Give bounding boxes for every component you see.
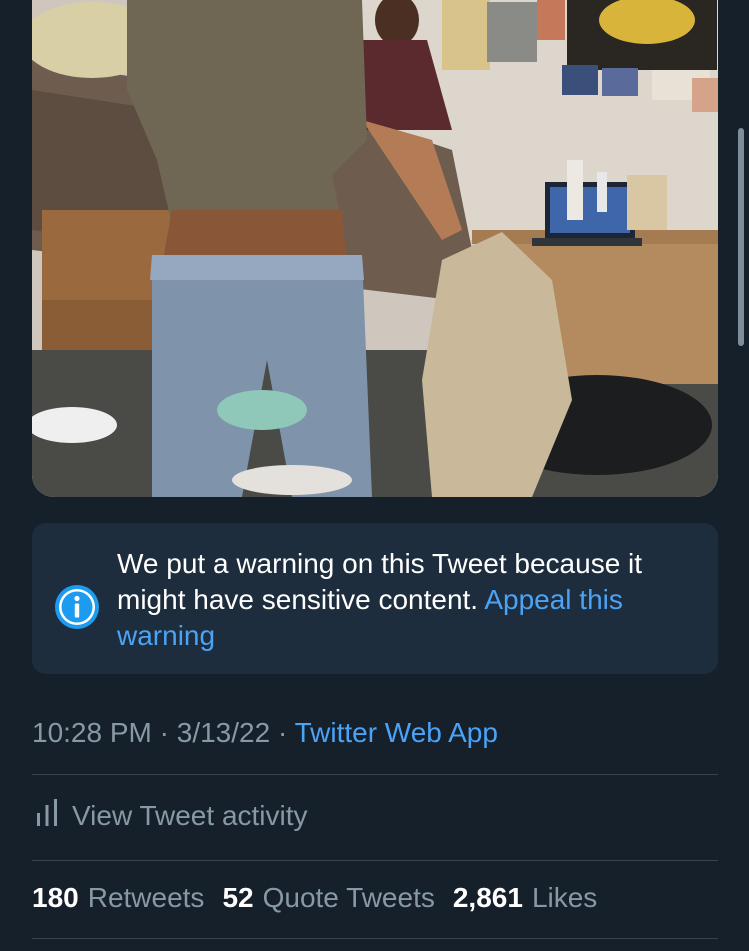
quote-tweets-stat[interactable]: 52 Quote Tweets bbox=[222, 882, 434, 914]
divider bbox=[32, 860, 718, 861]
quote-tweets-count: 52 bbox=[222, 882, 254, 913]
divider bbox=[32, 938, 718, 939]
likes-count: 2,861 bbox=[452, 882, 523, 913]
meta-separator: · bbox=[277, 717, 288, 748]
tweet-timestamp-line: 10:28 PM · 3/13/22 · Twitter Web App bbox=[32, 713, 498, 753]
meta-separator: · bbox=[159, 717, 169, 748]
tweet-media-photo[interactable] bbox=[32, 0, 718, 497]
likes-stat[interactable]: 2,861 Likes bbox=[453, 882, 597, 914]
view-tweet-activity-label: View Tweet activity bbox=[72, 800, 308, 831]
retweets-stat[interactable]: 180 Retweets bbox=[32, 882, 204, 914]
tweet-date[interactable]: 3/13/22 bbox=[177, 717, 270, 748]
tweet-stats: 180 Retweets 52 Quote Tweets 2,861 Likes bbox=[32, 882, 615, 922]
scrollbar-thumb[interactable] bbox=[738, 128, 744, 346]
bar-chart-icon bbox=[36, 798, 58, 835]
photo-illustration bbox=[32, 0, 718, 497]
tweet-time[interactable]: 10:28 PM bbox=[32, 717, 152, 748]
divider bbox=[32, 774, 718, 775]
quote-tweets-label: Quote Tweets bbox=[262, 882, 435, 913]
sensitive-warning-text: We put a warning on this Tweet because i… bbox=[117, 546, 702, 654]
likes-label: Likes bbox=[531, 882, 598, 913]
tweet-source-link[interactable]: Twitter Web App bbox=[295, 717, 498, 748]
info-icon bbox=[54, 584, 100, 635]
view-tweet-activity-button[interactable]: View Tweet activity bbox=[36, 796, 308, 836]
retweets-label: Retweets bbox=[87, 882, 205, 913]
retweets-count: 180 bbox=[32, 882, 79, 913]
